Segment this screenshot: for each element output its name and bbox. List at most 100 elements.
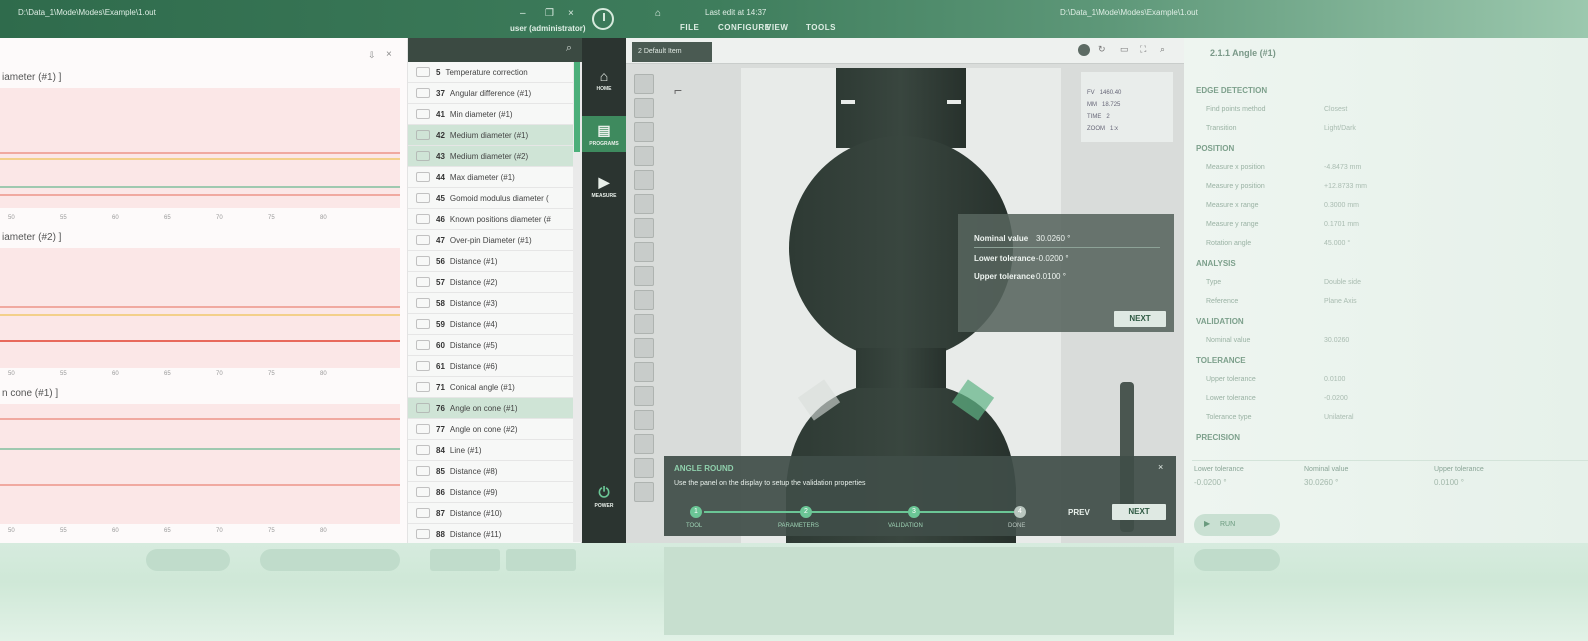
property-value[interactable]: Closest <box>1324 106 1347 113</box>
list-item[interactable]: 61 Distance (#6) <box>408 356 574 377</box>
list-item[interactable]: 37 Angular difference (#1) <box>408 83 574 104</box>
menu-configure[interactable]: CONFIGURE <box>718 23 771 32</box>
bottom-upper-value[interactable]: 0.0100 ° <box>1434 478 1464 487</box>
tool-point-icon[interactable] <box>634 266 654 286</box>
list-item[interactable]: 60 Distance (#5) <box>408 335 574 356</box>
tool-distance-icon[interactable] <box>634 194 654 214</box>
property-value[interactable]: Plane Axis <box>1324 298 1357 305</box>
list-item[interactable]: 56 Distance (#1) <box>408 251 574 272</box>
property-value[interactable]: 0.1701 mm <box>1324 221 1359 228</box>
grid-icon[interactable]: ▭ <box>1120 44 1129 55</box>
property-value[interactable]: 30.0260 <box>1324 337 1349 344</box>
list-item[interactable]: 71 Conical angle (#1) <box>408 377 574 398</box>
menu-file[interactable]: FILE <box>680 23 699 32</box>
property-section-header[interactable]: TOLERANCE <box>1196 356 1246 365</box>
property-section-header[interactable]: POSITION <box>1196 144 1234 153</box>
property-section-header[interactable]: PRECISION <box>1196 433 1240 442</box>
property-value[interactable]: 0.3000 mm <box>1324 202 1359 209</box>
list-scrollbar-thumb[interactable] <box>574 62 580 152</box>
property-value[interactable]: -0.0200 <box>1324 395 1348 402</box>
tool-delete-icon[interactable] <box>634 458 654 478</box>
tool-list-icon[interactable] <box>634 386 654 406</box>
settings-icon[interactable] <box>1078 44 1090 56</box>
tool-ruler-icon[interactable] <box>634 410 654 430</box>
property-value[interactable]: -4.8473 mm <box>1324 164 1361 171</box>
tool-edge-icon[interactable] <box>634 290 654 310</box>
wizard-step-1[interactable]: 1 <box>690 506 702 518</box>
property-value[interactable]: 45.000 ° <box>1324 240 1350 247</box>
nav-measure[interactable]: ▶ MEASURE <box>582 174 626 199</box>
popup-next-button[interactable]: NEXT <box>1114 311 1166 327</box>
property-section-header[interactable]: VALIDATION <box>1196 317 1244 326</box>
list-item[interactable]: 43 Medium diameter (#2) <box>408 146 574 167</box>
tab-default-item[interactable]: 2 Default Item <box>632 42 712 62</box>
property-value[interactable]: +12.8733 mm <box>1324 183 1367 190</box>
bottom-nominal-value[interactable]: 30.0260 ° <box>1304 478 1338 487</box>
tool-profile-icon[interactable] <box>634 314 654 334</box>
app-home-icon[interactable]: ⌂ <box>655 8 661 19</box>
menu-tools[interactable]: TOOLS <box>806 23 836 32</box>
maximize-icon[interactable]: ❐ <box>545 8 554 19</box>
tool-angle-icon[interactable] <box>634 218 654 238</box>
tool-info-icon[interactable] <box>634 482 654 502</box>
property-section-header[interactable]: ANALYSIS <box>1196 259 1236 268</box>
wizard-step-2[interactable]: 2 <box>800 506 812 518</box>
tool-select-icon[interactable] <box>634 74 654 94</box>
list-item[interactable]: 45 Gomoid modulus diameter ( <box>408 188 574 209</box>
search-icon[interactable]: ⌕ <box>566 42 572 55</box>
nav-power[interactable]: ⏻ POWER <box>582 484 626 509</box>
list-item[interactable]: 5 Temperature correction <box>408 62 574 83</box>
refresh-icon[interactable]: ↻ <box>1098 44 1106 55</box>
lower-value[interactable]: -0.0200 ° <box>1036 254 1069 263</box>
list-item[interactable]: 87 Distance (#10) <box>408 503 574 524</box>
minimize-icon[interactable]: – <box>520 8 526 19</box>
tool-circle-icon[interactable] <box>634 146 654 166</box>
close-icon[interactable]: × <box>568 8 574 19</box>
nav-home[interactable]: ⌂ HOME <box>582 68 626 92</box>
list-item[interactable]: 44 Max diameter (#1) <box>408 167 574 188</box>
property-value[interactable]: Double side <box>1324 279 1361 286</box>
property-value[interactable]: 0.0100 <box>1324 376 1345 383</box>
list-item[interactable]: 77 Angle on cone (#2) <box>408 419 574 440</box>
wizard-prev-button[interactable]: PREV <box>1068 508 1090 517</box>
list-item[interactable]: 59 Distance (#4) <box>408 314 574 335</box>
wizard-step-3[interactable]: 3 <box>908 506 920 518</box>
wizard-next-button[interactable]: NEXT <box>1112 504 1166 520</box>
tool-add-icon[interactable] <box>634 98 654 118</box>
list-item[interactable]: 57 Distance (#2) <box>408 272 574 293</box>
property-section-header[interactable]: EDGE DETECTION <box>1196 86 1267 95</box>
list-item[interactable]: 88 Distance (#11) <box>408 524 574 545</box>
property-value[interactable]: Unilateral <box>1324 414 1354 421</box>
list-item[interactable]: 42 Medium diameter (#1) <box>408 125 574 146</box>
upper-value[interactable]: 0.0100 ° <box>1036 272 1066 281</box>
feature-number: 44 <box>436 172 445 182</box>
fit-icon[interactable]: ⛶ <box>1140 44 1146 55</box>
wizard-step-4[interactable]: 4 <box>1014 506 1026 518</box>
list-item[interactable]: 47 Over-pin Diameter (#1) <box>408 230 574 251</box>
nav-programs[interactable]: ▤ PROGRAMS <box>582 116 626 152</box>
list-item[interactable]: 41 Min diameter (#1) <box>408 104 574 125</box>
menu-view[interactable]: VIEW <box>766 23 788 32</box>
list-item[interactable]: 84 Line (#1) <box>408 440 574 461</box>
pin-icon[interactable]: ⇩ <box>368 50 376 61</box>
tool-arc-icon[interactable] <box>634 170 654 190</box>
tool-export-icon[interactable] <box>634 338 654 358</box>
run-button[interactable]: ▶ RUN <box>1194 514 1280 536</box>
tool-doc-icon[interactable] <box>634 362 654 382</box>
property-value[interactable]: Light/Dark <box>1324 125 1356 132</box>
tool-diameter-icon[interactable] <box>634 242 654 262</box>
list-item[interactable]: 85 Distance (#8) <box>408 461 574 482</box>
panel-close-icon[interactable]: × <box>386 49 392 60</box>
tool-line-icon[interactable] <box>634 122 654 142</box>
list-item[interactable]: 86 Distance (#9) <box>408 482 574 503</box>
list-item[interactable]: 76 Angle on cone (#1) <box>408 398 574 419</box>
bottom-lower-value[interactable]: -0.0200 ° <box>1194 478 1227 487</box>
feature-number: 76 <box>436 403 445 413</box>
list-item[interactable]: 46 Known positions diameter (# <box>408 209 574 230</box>
list-item[interactable]: 58 Distance (#3) <box>408 293 574 314</box>
zoom-icon[interactable]: ⌕ <box>1160 44 1165 55</box>
nominal-value[interactable]: 30.0260 ° <box>1036 234 1070 243</box>
tool-text-icon[interactable] <box>634 434 654 454</box>
wizard-close-icon[interactable]: × <box>1158 462 1163 472</box>
search-bar[interactable]: ⌕ <box>408 38 582 62</box>
